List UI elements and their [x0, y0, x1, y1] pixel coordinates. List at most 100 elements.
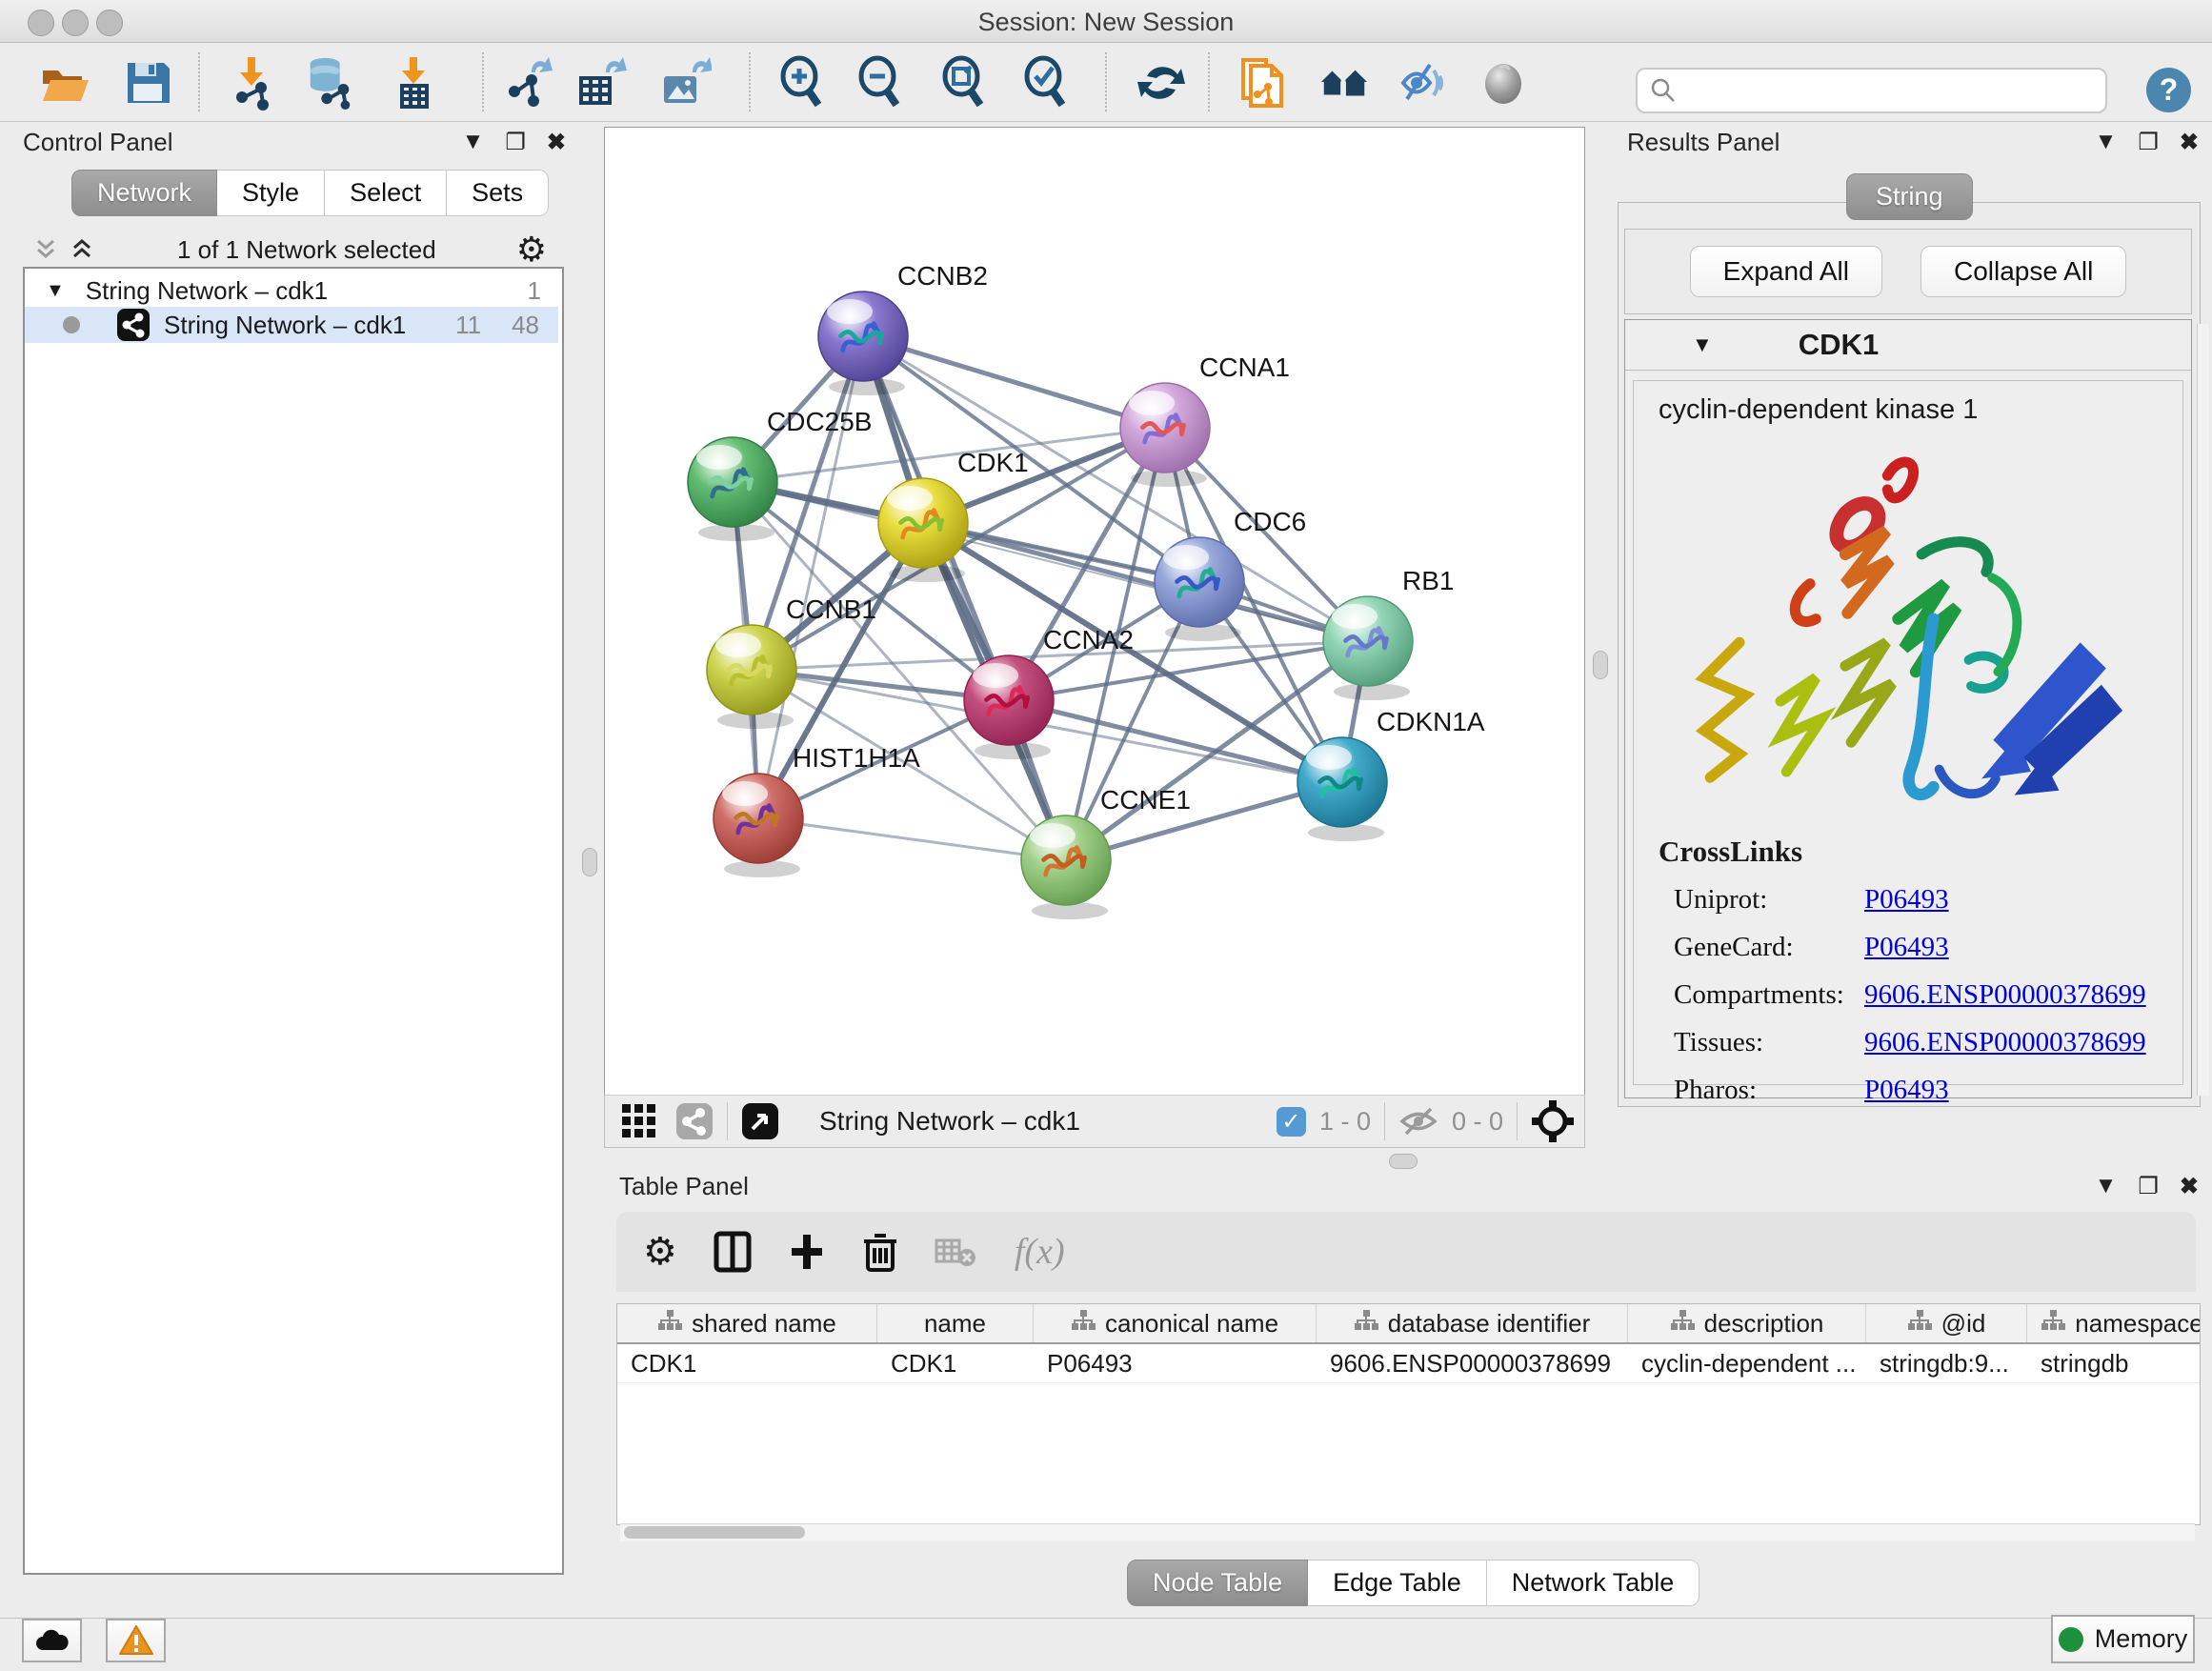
- crosslink-value-link[interactable]: P06493: [1864, 884, 1949, 916]
- warning-icon: [118, 1624, 154, 1657]
- network-row[interactable]: String Network – cdk1 11 48: [25, 307, 558, 343]
- export-image-icon[interactable]: [658, 56, 712, 110]
- zoom-fit-icon[interactable]: [938, 56, 992, 110]
- apply-layout-icon[interactable]: [1135, 56, 1188, 110]
- column-type-icon: [1071, 1309, 1096, 1339]
- table-settings-gear-icon[interactable]: ⚙: [643, 1230, 677, 1274]
- column-header-description[interactable]: description: [1628, 1304, 1866, 1342]
- network-badge-icon[interactable]: [675, 1102, 714, 1140]
- tab-sets[interactable]: Sets: [447, 170, 549, 216]
- show-columns-icon[interactable]: [714, 1231, 752, 1273]
- tab-network-table[interactable]: Network Table: [1487, 1560, 1700, 1606]
- import-network-icon[interactable]: [225, 56, 278, 110]
- network-node-RB1[interactable]: RB1: [1323, 566, 1454, 700]
- column-header-sharedname[interactable]: shared name: [617, 1304, 877, 1342]
- zoom-out-icon[interactable]: [855, 56, 908, 110]
- open-session-icon[interactable]: [38, 56, 91, 110]
- column-header-canonicalname[interactable]: canonical name: [1034, 1304, 1317, 1342]
- network-node-CCNB2[interactable]: CCNB2: [818, 261, 988, 395]
- table-cell[interactable]: stringdb:9...: [1866, 1344, 2027, 1382]
- selected-checkbox-icon[interactable]: ✓: [1277, 1107, 1306, 1137]
- enhanced-graphics-icon[interactable]: [1398, 56, 1451, 110]
- table-row[interactable]: CDK1CDK1P064939606.ENSP00000378699cyclin…: [617, 1344, 2200, 1383]
- expand-all-button[interactable]: Expand All: [1690, 246, 1882, 297]
- network-node-CCNA2[interactable]: CCNA2: [964, 625, 1134, 759]
- results-scrollbar[interactable]: [2197, 324, 2209, 1096]
- network-node-CDKN1A[interactable]: CDKN1A: [1297, 707, 1485, 841]
- table-hscrollbar[interactable]: [620, 1523, 2195, 1541]
- panel-close-icon[interactable]: ✖: [547, 129, 566, 156]
- column-header-namespace[interactable]: namespace: [2027, 1304, 2201, 1342]
- splitter-handle[interactable]: [582, 848, 597, 876]
- grid-view-icon[interactable]: [620, 1102, 658, 1140]
- tab-style[interactable]: Style: [217, 170, 325, 216]
- table-hscrollbar-thumb[interactable]: [624, 1526, 805, 1539]
- section-collapse-icon[interactable]: ▼: [1692, 332, 1713, 357]
- protein-structure-image: [1659, 454, 2173, 807]
- table-cell[interactable]: CDK1: [877, 1344, 1034, 1382]
- zoom-selected-icon[interactable]: [1020, 56, 1074, 110]
- panel-menu-icon[interactable]: ▼: [2095, 129, 2118, 155]
- home-icon[interactable]: [1317, 56, 1371, 110]
- tab-network[interactable]: Network: [71, 170, 217, 216]
- memory-button[interactable]: Memory: [2051, 1615, 2195, 1663]
- panel-float-icon[interactable]: ❐: [2138, 129, 2159, 156]
- tab-node-table[interactable]: Node Table: [1127, 1560, 1308, 1606]
- sphere-icon[interactable]: [1477, 56, 1530, 110]
- add-column-icon[interactable]: [788, 1231, 826, 1273]
- tab-select[interactable]: Select: [325, 170, 447, 216]
- collapse-all-icon[interactable]: [32, 237, 61, 262]
- collapse-all-button[interactable]: Collapse All: [1920, 246, 2126, 297]
- crosslink-value-link[interactable]: P06493: [1864, 1075, 1949, 1106]
- tab-string[interactable]: String: [1846, 173, 1973, 220]
- column-header-id[interactable]: @id: [1866, 1304, 2027, 1342]
- crosslink-value-link[interactable]: 9606.ENSP00000378699: [1864, 1027, 2146, 1058]
- table-cell[interactable]: stringdb: [2027, 1344, 2201, 1382]
- crosslink-value-link[interactable]: 9606.ENSP00000378699: [1864, 979, 2146, 1011]
- help-icon[interactable]: ?: [2146, 68, 2191, 112]
- network-node-CCNB1[interactable]: CCNB1: [707, 594, 876, 729]
- delete-column-icon[interactable]: [862, 1230, 898, 1274]
- collection-expand-icon[interactable]: ▼: [46, 280, 65, 302]
- panel-menu-icon[interactable]: ▼: [2095, 1173, 2118, 1199]
- zoom-in-icon[interactable]: [776, 56, 830, 110]
- warning-button[interactable]: [106, 1619, 166, 1662]
- network-collection-row[interactable]: ▼ String Network – cdk1 1: [25, 274, 558, 307]
- network-node-HIST1H1A[interactable]: HIST1H1A: [714, 743, 920, 877]
- expand-all-icon[interactable]: [69, 237, 97, 262]
- table-cell[interactable]: cyclin-dependent ...: [1628, 1344, 1866, 1382]
- column-header-name[interactable]: name: [877, 1304, 1034, 1342]
- panel-float-icon[interactable]: ❐: [505, 129, 526, 156]
- import-table-icon[interactable]: [387, 56, 440, 110]
- table-cell[interactable]: P06493: [1034, 1344, 1317, 1382]
- panel-close-icon[interactable]: ✖: [2180, 129, 2199, 156]
- string-document-icon[interactable]: [1236, 56, 1289, 110]
- network-canvas[interactable]: CCNB2CCNA1CDC25BCDK1CDC6RB1CCNB1CCNA2CDK…: [604, 127, 1585, 1096]
- import-network-database-icon[interactable]: [303, 56, 356, 110]
- node-table[interactable]: shared namenamecanonical namedatabase id…: [616, 1303, 2201, 1525]
- table-cell[interactable]: 9606.ENSP00000378699: [1317, 1344, 1628, 1382]
- network-node-CCNA1[interactable]: CCNA1: [1120, 352, 1290, 487]
- open-in-new-window-icon[interactable]: [741, 1102, 779, 1140]
- network-edge-count: 48: [512, 311, 539, 340]
- export-network-icon[interactable]: [503, 56, 556, 110]
- panel-menu-icon[interactable]: ▼: [462, 129, 485, 155]
- cloud-button[interactable]: [22, 1619, 82, 1662]
- splitter-handle[interactable]: [1389, 1154, 1418, 1169]
- save-session-icon[interactable]: [121, 56, 174, 110]
- gene-section-header[interactable]: ▼ CDK1: [1625, 320, 2191, 371]
- panel-close-icon[interactable]: ✖: [2180, 1173, 2199, 1200]
- crosslink-value-link[interactable]: P06493: [1864, 932, 1949, 963]
- column-header-databaseidentifier[interactable]: database identifier: [1317, 1304, 1628, 1342]
- panel-float-icon[interactable]: ❐: [2138, 1173, 2159, 1200]
- table-cell[interactable]: CDK1: [617, 1344, 877, 1382]
- birdseye-view-icon[interactable]: [1531, 1099, 1575, 1143]
- splitter-handle[interactable]: [1593, 651, 1608, 679]
- export-table-icon[interactable]: [573, 56, 627, 110]
- search-input[interactable]: [1678, 76, 2081, 105]
- network-edge[interactable]: [758, 818, 1066, 860]
- application-window: Session: New Session: [0, 0, 2212, 1671]
- gear-icon[interactable]: ⚙: [516, 230, 547, 270]
- network-edge[interactable]: [863, 336, 1165, 428]
- tab-edge-table[interactable]: Edge Table: [1308, 1560, 1487, 1606]
